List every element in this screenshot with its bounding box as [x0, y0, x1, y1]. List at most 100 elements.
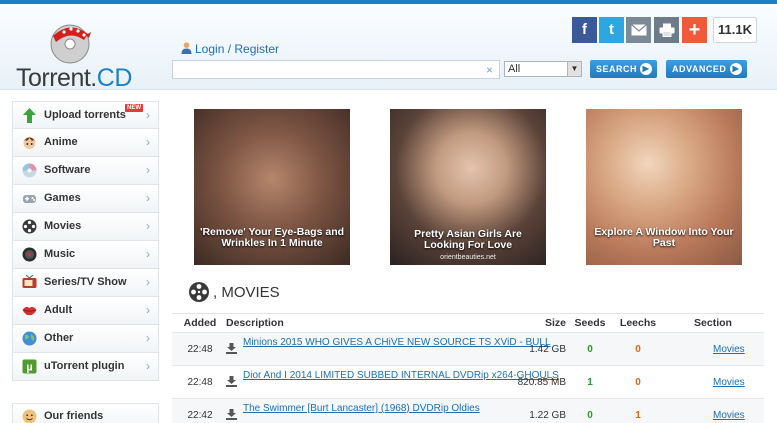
logo-wordmark: Torrent.CD	[16, 64, 132, 92]
friends-icon	[22, 409, 37, 423]
plus-icon: +	[688, 19, 701, 41]
cell-size: 1.42 GB	[529, 344, 566, 355]
ad-caption: Explore A Window Into Your Past	[594, 226, 734, 249]
ad-caption: Pretty Asian Girls Are Looking For Love	[414, 228, 522, 251]
chevron-right-icon: ›	[146, 247, 150, 261]
cell-added: 22:48	[187, 344, 213, 355]
site-header: Torrent.CD Login / Register × All ▼ SEAR…	[0, 4, 777, 92]
sidebar-item-utorrent[interactable]: µ uTorrent plugin ›	[12, 353, 159, 381]
col-description[interactable]: Description	[226, 314, 284, 333]
globe-icon	[22, 331, 37, 346]
ad-tile-1[interactable]: 'Remove' Your Eye-Bags and Wrinkles In 1…	[194, 109, 350, 265]
software-disc-icon	[22, 163, 37, 178]
download-icon[interactable]	[226, 376, 237, 387]
col-leechs[interactable]: Leechs	[616, 314, 660, 333]
chevron-right-icon: ›	[146, 359, 150, 373]
svg-text:µ: µ	[26, 362, 32, 374]
cell-leechs: 1	[635, 410, 641, 421]
twitter-share-button[interactable]: t	[599, 17, 624, 43]
chevron-right-icon: ›	[146, 108, 150, 122]
more-share-button[interactable]: +	[682, 17, 707, 43]
ad-caption: 'Remove' Your Eye-Bags and Wrinkles In 1…	[199, 226, 345, 249]
chevron-right-icon: ›	[146, 191, 150, 205]
ad-tile-3[interactable]: Explore A Window Into Your Past	[586, 109, 742, 265]
category-sidebar: Upload torrents NEW › Anime › Software ›…	[12, 101, 159, 381]
sidebar-item-anime[interactable]: Anime ›	[12, 129, 159, 157]
download-icon[interactable]	[226, 409, 237, 420]
chevron-right-icon: ›	[146, 275, 150, 289]
col-size[interactable]: Size	[492, 314, 566, 333]
ad-source: orientbeauties.net	[440, 254, 496, 261]
advanced-button-label: ADVANCED	[672, 64, 727, 74]
sidebar-item-label: Music	[44, 248, 76, 260]
download-icon[interactable]	[226, 343, 237, 354]
search-button[interactable]: SEARCH ▶	[590, 60, 657, 78]
sidebar-item-movies[interactable]: Movies ›	[12, 213, 159, 241]
film-reel-icon	[189, 282, 209, 302]
torrent-table: Added Description Size Seeds Leechs Sect…	[172, 313, 764, 423]
anime-icon	[23, 137, 36, 149]
cell-seeds: 1	[587, 377, 593, 388]
pirate-disc-icon	[50, 24, 91, 64]
section-title-text: , MOVIES	[213, 284, 280, 301]
col-section[interactable]: Section	[680, 314, 746, 333]
cell-leechs: 0	[635, 377, 641, 388]
arrow-right-icon: ▶	[730, 63, 742, 75]
sidebar-item-music[interactable]: Music ›	[12, 241, 159, 269]
clear-search-icon[interactable]: ×	[486, 63, 493, 77]
login-register-label[interactable]: Login / Register	[195, 42, 279, 56]
sidebar-item-adult[interactable]: Adult ›	[12, 297, 159, 325]
col-seeds[interactable]: Seeds	[570, 314, 610, 333]
sidebar-item-label: Software	[44, 164, 91, 176]
sidebar-item-series[interactable]: Series/TV Show ›	[12, 269, 159, 297]
new-badge: NEW	[125, 104, 143, 112]
table-row: 22:42 The Swimmer [Burt Lancaster] (1968…	[172, 399, 764, 423]
sidebar-item-upload[interactable]: Upload torrents NEW ›	[12, 101, 159, 129]
email-share-button[interactable]	[626, 17, 651, 43]
printer-icon	[659, 23, 674, 37]
envelope-icon	[630, 24, 647, 36]
table-header: Added Description Size Seeds Leechs Sect…	[172, 313, 764, 333]
arrow-right-icon: ▶	[640, 63, 652, 75]
category-select[interactable]: All ▼	[504, 61, 582, 77]
section-link[interactable]: Movies	[713, 399, 745, 423]
sidebar-item-label: Adult	[44, 304, 73, 316]
site-logo[interactable]: Torrent.CD	[14, 14, 134, 92]
sidebar-our-friends[interactable]: Our friends	[12, 403, 159, 423]
search-button-label: SEARCH	[596, 64, 638, 74]
cell-size: 820.85 MB	[517, 377, 566, 388]
upload-arrow-icon	[23, 108, 36, 123]
facebook-share-button[interactable]: f	[572, 17, 597, 43]
search-input[interactable]: ×	[172, 60, 500, 79]
section-heading: , MOVIES	[188, 281, 280, 303]
login-register-link[interactable]: Login / Register	[181, 42, 279, 56]
twitter-icon: t	[609, 21, 614, 38]
sidebar-item-games[interactable]: Games ›	[12, 185, 159, 213]
user-icon	[181, 42, 192, 54]
sidebar-item-software[interactable]: Software ›	[12, 157, 159, 185]
chevron-right-icon: ›	[146, 163, 150, 177]
category-selected-value: All	[508, 63, 521, 75]
col-added[interactable]: Added	[180, 314, 220, 333]
section-link[interactable]: Movies	[713, 333, 745, 366]
cell-leechs: 0	[635, 344, 641, 355]
sidebar-item-label: Games	[44, 192, 81, 204]
sidebar-item-label: Series/TV Show	[44, 276, 127, 288]
cell-added: 22:42	[187, 410, 213, 421]
sidebar-item-other[interactable]: Other ›	[12, 325, 159, 353]
dropdown-arrow-icon[interactable]: ▼	[567, 62, 581, 76]
table-row: 22:48 Minions 2015 WHO GIVES A CHiVE NEW…	[172, 333, 764, 366]
friends-label: Our friends	[44, 410, 104, 422]
cell-seeds: 0	[587, 410, 593, 421]
ad-tile-2[interactable]: Pretty Asian Girls Are Looking For Love …	[390, 109, 546, 265]
advanced-search-button[interactable]: ADVANCED ▶	[666, 60, 747, 78]
facebook-icon: f	[582, 21, 587, 38]
chevron-right-icon: ›	[146, 135, 150, 149]
utorrent-icon: µ	[22, 359, 37, 374]
sidebar-item-label: Anime	[44, 136, 78, 148]
print-button[interactable]	[654, 17, 679, 43]
film-reel-icon	[22, 219, 37, 234]
torrent-title-link[interactable]: The Swimmer [Burt Lancaster] (1968) DVDR…	[243, 403, 480, 415]
section-link[interactable]: Movies	[713, 366, 745, 399]
music-icon	[22, 247, 37, 262]
